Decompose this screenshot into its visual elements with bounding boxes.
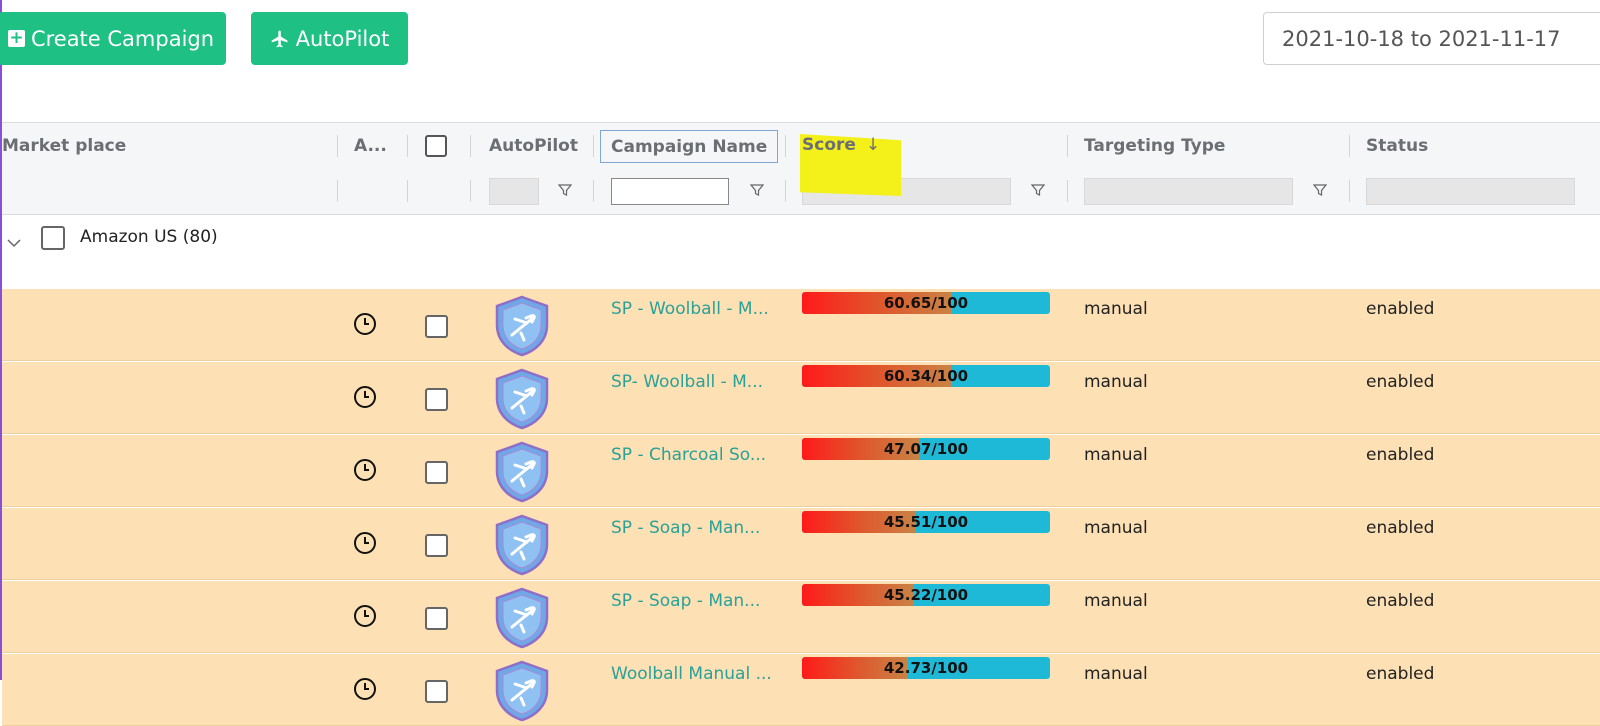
campaign-name-link[interactable]: SP - Woolball - M... <box>611 299 769 319</box>
row-checkbox[interactable] <box>425 315 448 338</box>
column-separator[interactable] <box>337 135 338 157</box>
column-separator <box>407 180 408 202</box>
targeting-type-cell: manual <box>1084 445 1148 465</box>
shield-plane-icon[interactable] <box>493 660 551 722</box>
score-label: 42.73/100 <box>883 659 969 677</box>
plane-icon <box>271 30 288 47</box>
sort-descending-icon: ↓ <box>865 135 881 155</box>
status-cell: enabled <box>1366 299 1435 319</box>
status-cell: enabled <box>1366 445 1435 465</box>
targeting-type-cell: manual <box>1084 372 1148 392</box>
plus-square-icon: + <box>7 28 25 48</box>
clock-icon[interactable] <box>353 312 377 336</box>
table-row[interactable]: SP- Woolball - M... 60.34/100 manual ena… <box>2 362 1600 434</box>
targeting-type-cell: manual <box>1084 518 1148 538</box>
row-checkbox[interactable] <box>425 461 448 484</box>
campaign-name-link[interactable]: SP- Woolball - M... <box>611 372 763 392</box>
select-all-checkbox[interactable] <box>425 135 447 157</box>
score-label: 60.65/100 <box>883 294 969 312</box>
campaign-name-link[interactable]: SP - Soap - Man... <box>611 591 760 611</box>
column-separator[interactable] <box>1349 135 1350 157</box>
score-label: 47.07/100 <box>883 440 969 458</box>
header-marketplace[interactable]: Market place <box>2 123 126 169</box>
row-checkbox[interactable] <box>425 534 448 557</box>
group-row[interactable]: Amazon US (80) <box>2 215 1600 288</box>
header-campaign-name-label: Campaign Name <box>611 136 768 157</box>
group-label: Amazon US (80) <box>80 227 218 247</box>
targeting-type-filter-input[interactable] <box>1084 178 1293 205</box>
filter-icon[interactable] <box>1031 183 1045 197</box>
clock-icon[interactable] <box>353 677 377 701</box>
column-separator <box>785 180 786 202</box>
column-separator <box>593 180 594 202</box>
status-filter-input[interactable] <box>1366 178 1575 205</box>
filter-icon[interactable] <box>1313 183 1327 197</box>
clock-icon[interactable] <box>353 531 377 555</box>
clock-icon[interactable] <box>353 604 377 628</box>
column-separator[interactable] <box>407 135 408 157</box>
autopilot-button-label: AutoPilot <box>295 26 390 51</box>
column-separator[interactable] <box>785 135 786 157</box>
shield-plane-icon[interactable] <box>493 295 551 357</box>
filter-icon[interactable] <box>750 183 764 197</box>
column-separator[interactable] <box>1067 135 1068 157</box>
score-label: 45.51/100 <box>883 513 969 531</box>
status-cell: enabled <box>1366 518 1435 538</box>
column-separator[interactable] <box>593 135 594 157</box>
table-row[interactable]: SP - Charcoal So... 47.07/100 manual ena… <box>2 435 1600 507</box>
score-bar: 42.73/100 <box>802 657 1050 679</box>
filter-icon[interactable] <box>558 183 572 197</box>
campaign-name-link[interactable]: SP - Soap - Man... <box>611 518 760 538</box>
header-a[interactable]: A... <box>354 123 387 169</box>
targeting-type-cell: manual <box>1084 664 1148 684</box>
score-bar: 45.51/100 <box>802 511 1050 533</box>
table-row[interactable]: SP - Soap - Man... 45.51/100 manual enab… <box>2 508 1600 580</box>
status-cell: enabled <box>1366 664 1435 684</box>
column-separator <box>1067 180 1068 202</box>
header-status[interactable]: Status <box>1366 123 1428 169</box>
clock-icon[interactable] <box>353 458 377 482</box>
campaign-name-link[interactable]: Woolball Manual ... <box>611 664 772 684</box>
score-bar: 60.65/100 <box>802 292 1050 314</box>
autopilot-button[interactable]: AutoPilot <box>251 12 408 65</box>
header-targeting-type[interactable]: Targeting Type <box>1084 123 1225 169</box>
create-campaign-button[interactable]: + Create Campaign <box>0 12 226 65</box>
date-range-value: 2021-10-18 to 2021-11-17 <box>1282 26 1561 51</box>
header-score-label: Score <box>802 135 856 155</box>
row-checkbox[interactable] <box>425 680 448 703</box>
targeting-type-cell: manual <box>1084 591 1148 611</box>
header-campaign-name[interactable]: Campaign Name <box>600 130 778 163</box>
score-label: 60.34/100 <box>883 367 969 385</box>
shield-plane-icon[interactable] <box>493 587 551 649</box>
chevron-down-icon[interactable] <box>4 233 24 253</box>
clock-icon[interactable] <box>353 385 377 409</box>
campaign-name-filter-input[interactable] <box>611 178 729 205</box>
row-checkbox[interactable] <box>425 607 448 630</box>
campaign-name-link[interactable]: SP - Charcoal So... <box>611 445 766 465</box>
table-row[interactable]: Woolball Manual ... 42.73/100 manual ena… <box>2 654 1600 726</box>
score-bar: 47.07/100 <box>802 438 1050 460</box>
shield-plane-icon[interactable] <box>493 368 551 430</box>
date-range-input[interactable]: 2021-10-18 to 2021-11-17 <box>1263 12 1600 65</box>
shield-plane-icon[interactable] <box>493 514 551 576</box>
column-separator <box>470 180 471 202</box>
score-bar: 60.34/100 <box>802 365 1050 387</box>
status-cell: enabled <box>1366 591 1435 611</box>
targeting-type-cell: manual <box>1084 299 1148 319</box>
shield-plane-icon[interactable] <box>493 441 551 503</box>
create-campaign-label: Create Campaign <box>30 26 215 51</box>
table-row[interactable]: SP - Soap - Man... 45.22/100 manual enab… <box>2 581 1600 653</box>
column-separator <box>1349 180 1350 202</box>
header-score[interactable]: Score ↓ <box>802 122 880 168</box>
status-cell: enabled <box>1366 372 1435 392</box>
score-label: 45.22/100 <box>883 586 969 604</box>
table-row[interactable]: SP - Woolball - M... 60.65/100 manual en… <box>2 289 1600 361</box>
column-separator <box>337 180 338 202</box>
column-separator[interactable] <box>470 135 471 157</box>
autopilot-filter-input[interactable] <box>489 178 539 205</box>
score-bar: 45.22/100 <box>802 584 1050 606</box>
row-checkbox[interactable] <box>425 388 448 411</box>
group-checkbox[interactable] <box>41 226 65 250</box>
header-autopilot[interactable]: AutoPilot <box>489 123 578 169</box>
